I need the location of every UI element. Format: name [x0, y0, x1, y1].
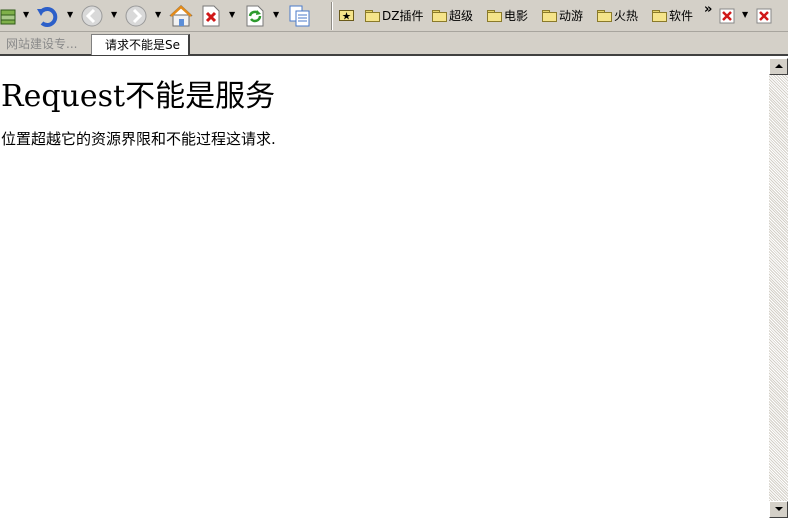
page-content: Request不能是服务 位置超越它的资源界限和不能过程这请求. — [0, 56, 769, 518]
chevron-down-icon[interactable]: ▼ — [67, 11, 73, 19]
browser-toolbar: ▼ ▼ ▼ ▼ ▼ ▼ DZ插件 超级 电影 动游 火热 软件 » ▼ — [0, 0, 788, 32]
back-icon[interactable] — [80, 0, 104, 32]
folder-icon — [487, 9, 502, 22]
folder-icon — [597, 9, 612, 22]
refresh-icon[interactable] — [245, 0, 265, 32]
cache-icon[interactable] — [0, 0, 18, 32]
favorite-link-dongyou[interactable]: 动游 — [542, 6, 583, 24]
favorite-link-huore[interactable]: 火热 — [597, 6, 638, 24]
close-window-icon[interactable] — [756, 0, 772, 32]
close-tab-icon[interactable] — [719, 0, 735, 32]
folder-icon — [542, 9, 557, 22]
toolbar-divider — [331, 2, 333, 30]
stop-icon[interactable] — [201, 0, 221, 32]
chevron-down-icon[interactable]: ▼ — [111, 11, 117, 19]
chevron-down-icon[interactable]: ▼ — [742, 11, 748, 19]
error-message: 位置超越它的资源界限和不能过程这请求. — [1, 130, 276, 148]
more-chevron-button[interactable]: » — [704, 0, 712, 18]
favorite-link-chaoji[interactable]: 超级 — [432, 6, 473, 24]
favorites-star-icon[interactable] — [339, 6, 355, 24]
forward-icon[interactable] — [124, 0, 148, 32]
home-icon[interactable] — [168, 0, 194, 32]
chevron-down-icon[interactable]: ▼ — [229, 11, 235, 19]
page-title: Request不能是服务 — [1, 79, 276, 114]
scroll-down-button[interactable] — [769, 501, 788, 518]
tab-bar: 网站建设专... 请求不能是Se — [0, 32, 788, 56]
pages-icon[interactable] — [288, 0, 312, 32]
folder-icon — [365, 9, 380, 22]
vertical-scrollbar[interactable] — [769, 58, 788, 518]
tab-website-construction[interactable]: 网站建设专... — [0, 34, 91, 55]
chevron-down-icon[interactable]: ▼ — [273, 11, 279, 19]
tab-request-error[interactable]: 请求不能是Se — [91, 34, 190, 55]
favorite-link-dianying[interactable]: 电影 — [487, 6, 528, 24]
folder-icon — [652, 9, 667, 22]
favorite-link-dz[interactable]: DZ插件 — [365, 6, 423, 24]
chevron-down-icon[interactable]: ▼ — [155, 11, 161, 19]
chevron-down-icon[interactable]: ▼ — [23, 11, 29, 19]
favorite-link-ruanjian[interactable]: 软件 — [652, 6, 693, 24]
undo-icon[interactable] — [36, 0, 60, 32]
scroll-up-button[interactable] — [769, 58, 788, 75]
folder-icon — [432, 9, 447, 22]
